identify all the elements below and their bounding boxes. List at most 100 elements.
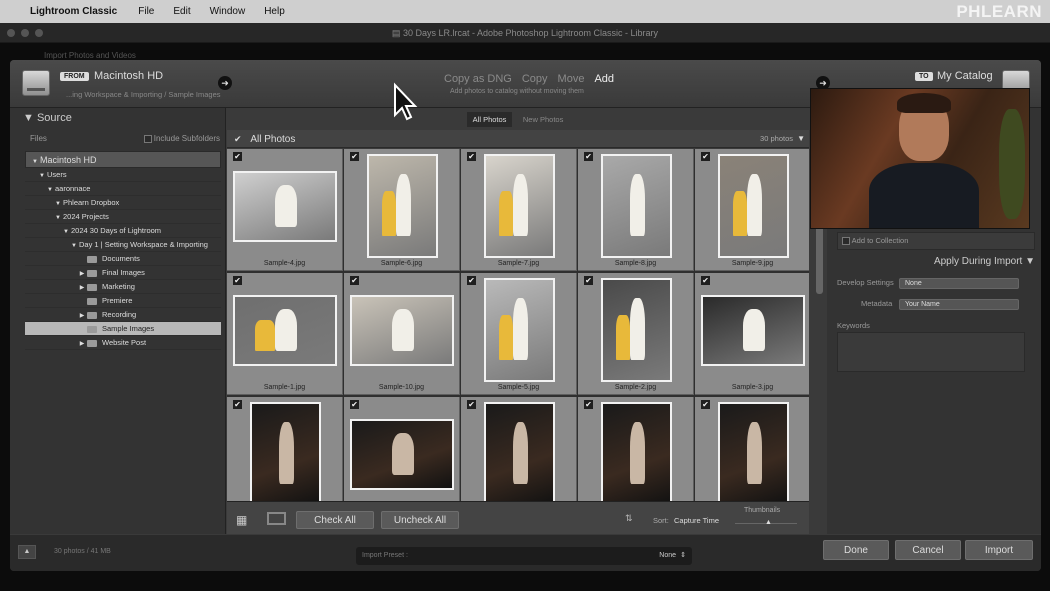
source-name[interactable]: Macintosh HD — [94, 70, 163, 82]
folder-tree-item[interactable]: ▼ Day 1 | Setting Workspace & Importing — [25, 238, 221, 252]
photo-thumbnail-cell[interactable]: ✔ Sample-2.jpg — [578, 273, 694, 395]
mode-copy-dng[interactable]: Copy as DNG — [444, 73, 512, 85]
include-checkbox[interactable]: ✔ — [584, 400, 593, 409]
menu-window[interactable]: Window — [210, 6, 246, 17]
disclosure-down-icon[interactable]: ▼ — [30, 154, 40, 167]
disclosure-right-icon[interactable]: ▶ — [77, 267, 87, 279]
folder-tree-item[interactable]: Sample Images — [25, 322, 221, 336]
disclosure-down-icon[interactable]: ▼ — [45, 183, 55, 195]
include-checkbox[interactable]: ✔ — [233, 400, 242, 409]
photo-thumbnail-cell[interactable]: ✔ Sample-7.jpg — [461, 149, 577, 271]
folder-tree-item[interactable]: Documents — [25, 252, 221, 266]
include-checkbox[interactable]: ✔ — [350, 152, 359, 161]
photo-thumbnail-cell[interactable]: ✔ — [344, 397, 460, 501]
photo-thumbnail-cell[interactable]: ✔ — [227, 397, 343, 501]
photo-thumbnail-cell[interactable]: ✔ Sample-4.jpg — [227, 149, 343, 271]
disclosure-down-icon[interactable]: ▼ — [37, 169, 47, 181]
window-controls[interactable] — [7, 29, 43, 37]
disclosure-right-icon[interactable]: ▶ — [77, 281, 87, 293]
folder-icon — [87, 269, 97, 277]
include-checkbox[interactable]: ✔ — [701, 276, 710, 285]
folder-tree-item[interactable]: ▶ Recording — [25, 308, 221, 322]
disclosure-down-icon[interactable]: ▼ — [53, 197, 63, 209]
source-drive-icon[interactable] — [22, 70, 50, 96]
photo-thumbnail-cell[interactable]: ✔ Sample-1.jpg — [227, 273, 343, 395]
disclosure-down-icon[interactable]: ▼ — [69, 239, 79, 251]
minimize-dot[interactable] — [21, 29, 29, 37]
check-all-button[interactable]: Check All — [296, 511, 374, 529]
menu-edit[interactable]: Edit — [173, 6, 190, 17]
include-checkbox[interactable]: ✔ — [701, 152, 710, 161]
include-checkbox[interactable]: ✔ — [584, 152, 593, 161]
metadata-select[interactable]: Your Name — [899, 299, 1019, 310]
include-checkbox[interactable]: ✔ — [233, 276, 242, 285]
zoom-dot[interactable] — [35, 29, 43, 37]
include-checkbox[interactable]: ✔ — [467, 400, 476, 409]
folder-tree-item[interactable]: ▼ aaronnace — [25, 182, 221, 196]
folder-tree-item[interactable]: ▼ Users — [25, 168, 221, 182]
include-checkbox[interactable]: ✔ — [467, 276, 476, 285]
checkbox-icon[interactable] — [143, 134, 152, 143]
collapse-up-icon[interactable]: ▲ — [18, 545, 36, 559]
chevron-updown-icon[interactable]: ⇕ — [680, 551, 686, 559]
apply-during-import-header[interactable]: Apply During Import ▼ — [837, 256, 1035, 267]
disclosure-down-icon[interactable]: ▼ — [61, 225, 71, 237]
tab-new-photos[interactable]: New Photos — [517, 112, 569, 127]
close-dot[interactable] — [7, 29, 15, 37]
source-panel-header[interactable]: ▼ Source — [23, 112, 72, 124]
folder-tree-item[interactable]: ▶ Website Post — [25, 336, 221, 350]
folder-tree-item[interactable]: ▶ Marketing — [25, 280, 221, 294]
photo-thumbnail-cell[interactable]: ✔ — [461, 397, 577, 501]
photo-thumbnail-cell[interactable]: ✔ Sample-8.jpg — [578, 149, 694, 271]
photo-filename: Sample-5.jpg — [497, 384, 540, 391]
include-subfolders-toggle[interactable]: Include Subfolders — [143, 134, 220, 143]
app-menu[interactable]: Lightroom Classic — [30, 6, 117, 17]
include-checkbox[interactable]: ✔ — [467, 152, 476, 161]
check-all-icon[interactable]: ✔ — [234, 134, 242, 144]
photo-thumbnail-cell[interactable]: ✔ Sample-6.jpg — [344, 149, 460, 271]
sort-select[interactable]: Capture Time — [674, 516, 719, 525]
folder-label: Marketing — [102, 282, 135, 291]
photo-thumbnail-cell[interactable]: ✔ Sample-5.jpg — [461, 273, 577, 395]
keywords-field[interactable] — [837, 332, 1025, 372]
folder-tree-item[interactable]: ▼ 2024 30 Days of Lightroom — [25, 224, 221, 238]
develop-settings-select[interactable]: None — [899, 278, 1019, 289]
disclosure-right-icon[interactable]: ▶ — [77, 337, 87, 349]
add-to-collection-row[interactable]: Add to Collection — [837, 232, 1035, 250]
cancel-button[interactable]: Cancel — [895, 540, 961, 560]
folder-tree-item[interactable]: ▼ 2024 Projects — [25, 210, 221, 224]
import-button[interactable]: Import — [965, 540, 1033, 560]
menu-file[interactable]: File — [138, 6, 154, 17]
disclosure-down-icon[interactable]: ▼ — [53, 211, 63, 223]
disclosure-right-icon[interactable]: ▶ — [77, 309, 87, 321]
thumbnail-size-slider[interactable]: ▲ — [765, 519, 772, 526]
photo-thumbnail-cell[interactable]: ✔ Sample-10.jpg — [344, 273, 460, 395]
triangle-down-icon[interactable]: ▼ — [797, 130, 805, 148]
volume-item[interactable]: ▼ Macintosh HD — [25, 151, 221, 168]
include-checkbox[interactable]: ✔ — [584, 276, 593, 285]
include-checkbox[interactable]: ✔ — [350, 400, 359, 409]
folder-tree-item[interactable]: Premiere — [25, 294, 221, 308]
checkbox-icon[interactable] — [842, 237, 850, 246]
photo-thumbnail-cell[interactable]: ✔ — [578, 397, 694, 501]
preset-select[interactable]: None — [659, 552, 676, 559]
include-checkbox[interactable]: ✔ — [701, 400, 710, 409]
mode-add[interactable]: Add — [594, 73, 614, 85]
menu-help[interactable]: Help — [264, 6, 285, 17]
photo-thumbnail-cell[interactable]: ✔ Sample-9.jpg — [695, 149, 809, 271]
tab-all-photos[interactable]: All Photos — [466, 112, 513, 127]
uncheck-all-button[interactable]: Uncheck All — [381, 511, 459, 529]
grid-view-icon[interactable]: ▦ — [236, 513, 247, 527]
folder-tree-item[interactable]: ▼ Phlearn Dropbox — [25, 196, 221, 210]
photo-thumbnail-cell[interactable]: ✔ Sample-3.jpg — [695, 273, 809, 395]
mode-move[interactable]: Move — [558, 73, 585, 85]
include-checkbox[interactable]: ✔ — [233, 152, 242, 161]
done-button[interactable]: Done — [823, 540, 889, 560]
mode-copy[interactable]: Copy — [522, 73, 548, 85]
include-checkbox[interactable]: ✔ — [350, 276, 359, 285]
loupe-view-icon[interactable] — [267, 512, 286, 525]
destination-name[interactable]: My Catalog — [937, 70, 993, 82]
folder-tree-item[interactable]: ▶ Final Images — [25, 266, 221, 280]
photo-thumbnail-cell[interactable]: ✔ — [695, 397, 809, 501]
sort-direction-icon[interactable]: ⇅ — [625, 513, 633, 524]
